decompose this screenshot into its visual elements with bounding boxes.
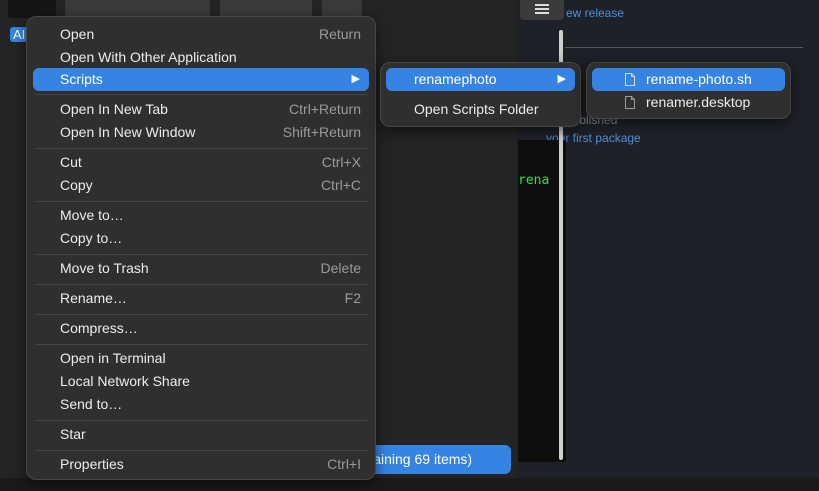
menu-item-label: Cut	[60, 154, 82, 170]
terminal-text: rena	[518, 173, 550, 188]
menu-item-shortcut: Return	[318, 26, 361, 42]
renamephoto-submenu: rename-photo.sh renamer.desktop	[586, 62, 791, 119]
scripts-submenu: renamephoto ▶ Open Scripts Folder	[380, 62, 581, 127]
submenu-arrow-icon: ▶	[351, 73, 360, 85]
menu-separator	[35, 148, 367, 149]
hamburger-icon	[535, 12, 549, 14]
file-icon	[625, 96, 635, 109]
menu-item-label: Open Scripts Folder	[414, 101, 539, 117]
menu-item-cut[interactable]: Cut Ctrl+X	[33, 151, 369, 174]
menu-item-shortcut: F2	[344, 290, 361, 306]
menu-item-label: Open With Other Application	[60, 49, 237, 65]
hamburger-menu-button[interactable]	[520, 0, 564, 20]
menu-item-send-to[interactable]: Send to…	[33, 393, 369, 416]
menu-separator	[35, 314, 367, 315]
menu-item-label: Open	[60, 26, 95, 42]
menu-item-copy[interactable]: Copy Ctrl+C	[33, 174, 369, 197]
menu-item-open[interactable]: Open Return	[33, 23, 369, 46]
menu-item-move-to[interactable]: Move to…	[33, 204, 369, 227]
submenu-item-rename-photo-sh[interactable]: rename-photo.sh	[592, 68, 785, 91]
menu-separator	[35, 284, 367, 285]
menu-item-move-to-trash[interactable]: Move to Trash Delete	[33, 257, 369, 280]
menu-item-label: Open In New Window	[60, 124, 196, 140]
menu-item-label: Send to…	[60, 396, 123, 412]
menu-item-label: renamer.desktop	[646, 94, 751, 110]
menu-item-scripts[interactable]: Scripts ▶	[33, 68, 369, 91]
menu-item-label: Star	[60, 426, 86, 442]
hamburger-icon	[535, 8, 549, 10]
submenu-item-renamephoto[interactable]: renamephoto ▶	[386, 68, 575, 91]
submenu-item-renamer-desktop[interactable]: renamer.desktop	[592, 91, 785, 114]
menu-item-open-in-terminal[interactable]: Open in Terminal	[33, 347, 369, 370]
menu-item-label: Move to Trash	[60, 260, 149, 276]
menu-item-shortcut: Ctrl+X	[321, 154, 361, 170]
hamburger-icon	[535, 4, 549, 6]
context-menu: Open Return Open With Other Application …	[26, 16, 376, 480]
file-icon	[625, 73, 635, 86]
menu-item-shortcut: Ctrl+I	[327, 456, 361, 472]
divider	[565, 47, 803, 48]
menu-item-label: Open in Terminal	[60, 350, 166, 366]
menu-item-label: Local Network Share	[60, 373, 190, 389]
menu-item-compress[interactable]: Compress…	[33, 317, 369, 340]
menu-item-shortcut: Ctrl+Return	[289, 101, 361, 117]
menu-separator	[35, 201, 367, 202]
menu-item-label: Properties	[60, 456, 124, 472]
menu-item-label: renamephoto	[414, 71, 497, 87]
menu-item-label: Open In New Tab	[60, 101, 168, 117]
menu-item-open-new-window[interactable]: Open In New Window Shift+Return	[33, 121, 369, 144]
menu-item-label: Move to…	[60, 207, 124, 223]
menu-item-properties[interactable]: Properties Ctrl+I	[33, 453, 369, 476]
new-release-link[interactable]: ew release	[566, 6, 624, 20]
menu-item-shortcut: Delete	[320, 260, 361, 276]
menu-item-label: Rename…	[60, 290, 127, 306]
menu-item-local-network-share[interactable]: Local Network Share	[33, 370, 369, 393]
menu-item-open-with[interactable]: Open With Other Application	[33, 46, 369, 69]
menu-separator	[35, 420, 367, 421]
menu-item-label: Copy to…	[60, 230, 123, 246]
menu-item-copy-to[interactable]: Copy to…	[33, 227, 369, 250]
menu-item-rename[interactable]: Rename… F2	[33, 287, 369, 310]
menu-item-shortcut: Shift+Return	[282, 124, 361, 140]
submenu-arrow-icon: ▶	[557, 73, 566, 85]
menu-item-label: Copy	[60, 177, 93, 193]
menu-item-label: Compress…	[60, 320, 138, 336]
menu-item-label: Scripts	[60, 71, 103, 87]
menu-item-label: rename-photo.sh	[646, 71, 752, 87]
menu-separator	[35, 94, 367, 95]
menu-separator	[35, 344, 367, 345]
submenu-item-open-scripts-folder[interactable]: Open Scripts Folder	[386, 98, 575, 121]
menu-item-open-new-tab[interactable]: Open In New Tab Ctrl+Return	[33, 98, 369, 121]
menu-separator	[35, 450, 367, 451]
menu-item-star[interactable]: Star	[33, 423, 369, 446]
menu-item-shortcut: Ctrl+C	[320, 177, 361, 193]
menu-separator	[35, 254, 367, 255]
